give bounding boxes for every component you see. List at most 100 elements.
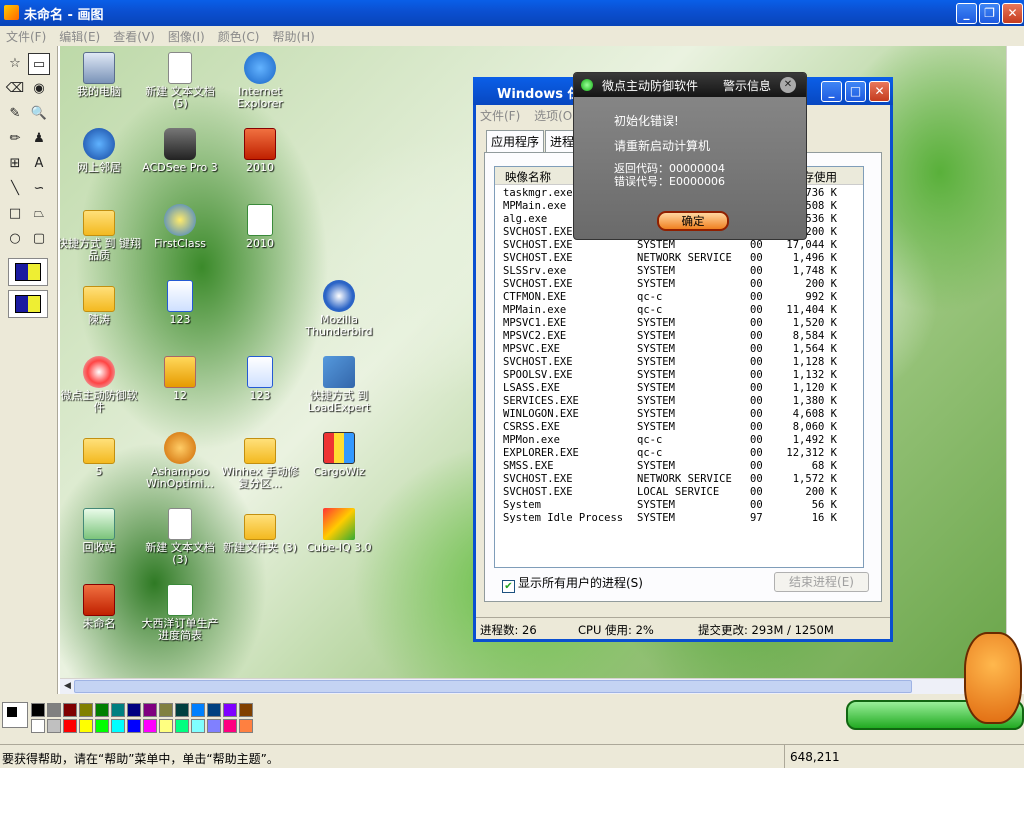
menu-item-0[interactable]: 文件(F) — [0, 26, 53, 45]
palette-swatch[interactable] — [63, 703, 77, 717]
desktop-icon-4[interactable]: ACDSee Pro 3 — [138, 128, 222, 174]
process-row[interactable]: SVCHOST.EXE LOCAL SERVICE 00 200 K — [495, 486, 863, 499]
palette-swatch[interactable] — [223, 719, 237, 733]
desktop-icon-8[interactable]: 2010 — [218, 204, 302, 250]
desktop-icon-22[interactable]: 新建文件夹 (3) — [218, 508, 302, 554]
current-colors[interactable] — [2, 702, 28, 728]
process-row[interactable]: SMSS.EXE SYSTEM 00 68 K — [495, 460, 863, 473]
process-row[interactable]: SVCHOST.EXE NETWORK SERVICE 00 1,572 K — [495, 473, 863, 486]
palette-swatch[interactable] — [111, 719, 125, 733]
process-row[interactable]: MPMon.exe qc-c 00 1,492 K — [495, 434, 863, 447]
process-row[interactable]: MPSVC2.EXE SYSTEM 00 8,584 K — [495, 330, 863, 343]
palette-swatch[interactable] — [47, 719, 61, 733]
desktop-icon-23[interactable]: Cube-IQ 3.0 — [297, 508, 381, 554]
desktop-icon-18[interactable]: Winhex 手动修复分区... — [218, 432, 302, 490]
palette-swatch[interactable] — [143, 703, 157, 717]
desktop-icon-6[interactable]: 快捷方式 到 键翔品质 — [60, 204, 141, 262]
palette-swatch[interactable] — [191, 703, 205, 717]
close-button[interactable]: ✕ — [1002, 3, 1023, 24]
process-row[interactable]: SVCHOST.EXE SYSTEM 00 200 K — [495, 278, 863, 291]
desktop-icon-19[interactable]: CargoWiz — [297, 432, 381, 478]
palette-swatch[interactable] — [95, 703, 109, 717]
title-bar[interactable]: 未命名 - 画图 _ ❐ ✕ — [0, 0, 1024, 26]
tool-5-icon[interactable]: 🔍 — [28, 103, 50, 125]
tool-11-icon[interactable]: ∽ — [28, 178, 50, 200]
process-row[interactable]: SPOOLSV.EXE SYSTEM 00 1,132 K — [495, 369, 863, 382]
process-row[interactable]: CSRSS.EXE SYSTEM 00 8,060 K — [495, 421, 863, 434]
menu-item-2[interactable]: 查看(V) — [107, 26, 162, 45]
maximize-button[interactable]: ❐ — [979, 3, 1000, 24]
palette-swatch[interactable] — [223, 703, 237, 717]
desktop-icon-14[interactable]: 123 — [218, 356, 302, 402]
tool-9-icon[interactable]: A — [28, 153, 50, 175]
palette-swatch[interactable] — [207, 719, 221, 733]
tool-4-icon[interactable]: ✎ — [4, 103, 26, 125]
desktop-icon-0[interactable]: 我的电脑 — [60, 52, 141, 98]
tool-6-icon[interactable]: ✏ — [4, 128, 26, 150]
desktop-icon-12[interactable]: 微点主动防御软件 — [60, 356, 141, 414]
scroll-left-arrow-icon[interactable]: ◀ — [61, 680, 74, 693]
tool-7-icon[interactable]: ♟ — [28, 128, 50, 150]
alert-close-icon[interactable]: ✕ — [780, 77, 796, 93]
alert-header[interactable]: 微点主动防御软件 警示信息 ✕ — [574, 73, 806, 97]
palette-swatch[interactable] — [31, 703, 45, 717]
desktop-icon-25[interactable]: 大西洋订单生产进度简表 — [138, 584, 222, 642]
desktop-icon-11[interactable]: Mozilla Thunderbird — [297, 280, 381, 338]
tool-0-icon[interactable]: ☆ — [4, 53, 26, 75]
desktop-icon-15[interactable]: 快捷方式 到 LoadExpert — [297, 356, 381, 414]
palette-swatch[interactable] — [159, 703, 173, 717]
menu-item-5[interactable]: 帮助(H) — [266, 26, 321, 45]
tool-10-icon[interactable]: ╲ — [4, 178, 26, 200]
palette-swatch[interactable] — [239, 719, 253, 733]
tab-applications[interactable]: 应用程序 — [486, 130, 545, 152]
process-row[interactable]: System SYSTEM 00 56 K — [495, 499, 863, 512]
desktop-icon-7[interactable]: FirstClass — [138, 204, 222, 250]
palette-swatch[interactable] — [239, 703, 253, 717]
desktop-icon-9[interactable]: 陳涛 — [60, 280, 141, 326]
desktop-icon-2[interactable]: Internet Explorer — [218, 52, 302, 110]
tm-menu-file[interactable]: 文件(F) — [480, 109, 520, 123]
tool-14-icon[interactable]: ○ — [4, 228, 26, 250]
menu-item-3[interactable]: 图像(I) — [162, 26, 212, 45]
process-row[interactable]: CTFMON.EXE qc-c 00 992 K — [495, 291, 863, 304]
process-row[interactable]: SVCHOST.EXE SYSTEM 00 1,128 K — [495, 356, 863, 369]
desktop-icon-3[interactable]: 网上邻居 — [60, 128, 141, 174]
minimize-button[interactable]: _ — [956, 3, 977, 24]
tool-1-icon[interactable]: ▭ — [28, 53, 50, 75]
tool-8-icon[interactable]: ⊞ — [4, 153, 26, 175]
tool-2-icon[interactable]: ⌫ — [4, 78, 26, 100]
palette-swatch[interactable] — [79, 703, 93, 717]
tool-3-icon[interactable]: ◉ — [28, 78, 50, 100]
process-row[interactable]: MPSVC.EXE SYSTEM 00 1,564 K — [495, 343, 863, 356]
desktop-icon-5[interactable]: 2010 — [218, 128, 302, 174]
desktop-icon-17[interactable]: Ashampoo WinOptimi... — [138, 432, 222, 490]
process-row[interactable]: EXPLORER.EXE qc-c 00 12,312 K — [495, 447, 863, 460]
process-row[interactable]: SVCHOST.EXE SYSTEM 00 17,044 K — [495, 239, 863, 252]
tm-menu-options[interactable]: 选项(O) — [534, 109, 577, 123]
palette-swatch[interactable] — [63, 719, 77, 733]
palette-swatch[interactable] — [207, 703, 221, 717]
horizontal-scroll-thumb[interactable] — [74, 680, 912, 693]
col-image-name[interactable]: 映像名称 — [505, 169, 551, 185]
vertical-scrollbar[interactable] — [1006, 46, 1024, 678]
col-mem-usage[interactable]: 存使用 — [803, 169, 838, 185]
ok-button[interactable]: 确定 — [657, 211, 729, 231]
desktop-icon-10[interactable]: 123 — [138, 280, 222, 326]
process-row[interactable]: LSASS.EXE SYSTEM 00 1,120 K — [495, 382, 863, 395]
end-process-button[interactable]: 结束进程(E) — [774, 572, 869, 592]
tm-minimize-button[interactable]: _ — [821, 81, 842, 102]
process-row[interactable]: MPSVC1.EXE SYSTEM 00 1,520 K — [495, 317, 863, 330]
palette-swatch[interactable] — [191, 719, 205, 733]
process-row[interactable]: SERVICES.EXE SYSTEM 00 1,380 K — [495, 395, 863, 408]
desktop-icon-1[interactable]: 新建 文本文档 (5) — [138, 52, 222, 110]
palette-swatch[interactable] — [159, 719, 173, 733]
process-row[interactable]: SVCHOST.EXE NETWORK SERVICE 00 1,496 K — [495, 252, 863, 265]
palette-swatch[interactable] — [111, 703, 125, 717]
desktop-icon-21[interactable]: 新建 文本文档 (3) — [138, 508, 222, 566]
tm-close-button[interactable]: ✕ — [869, 81, 890, 102]
tool-option-1[interactable] — [8, 290, 48, 318]
process-row[interactable]: SLSSrv.exe SYSTEM 00 1,748 K — [495, 265, 863, 278]
process-row[interactable]: WINLOGON.EXE SYSTEM 00 4,608 K — [495, 408, 863, 421]
palette-swatch[interactable] — [127, 703, 141, 717]
palette-swatch[interactable] — [79, 719, 93, 733]
